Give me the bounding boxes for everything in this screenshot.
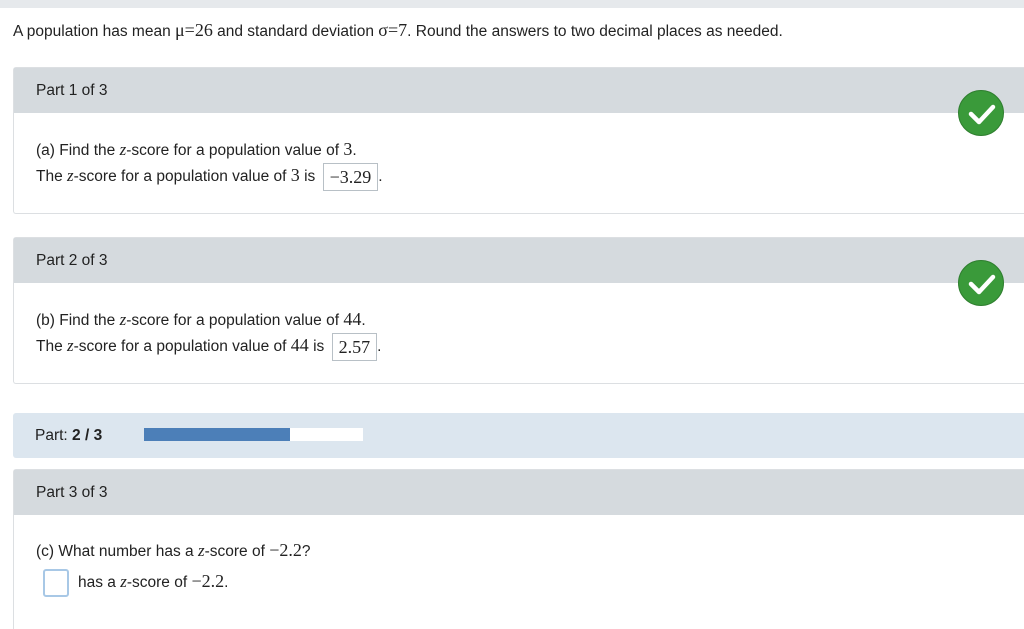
part-1-panel: Part 1 of 3 (a) Find the z-score for a p…	[13, 67, 1024, 214]
question-mid: -score for a population value of	[126, 312, 344, 329]
part-2-answer-box[interactable]: 2.57	[331, 333, 378, 361]
answer-end: .	[224, 574, 229, 592]
answer-prefix: The	[36, 338, 68, 356]
part-3-panel: Part 3 of 3 (c) What number has a z-scor…	[13, 469, 1024, 629]
answer-mid: -score for a population value of	[73, 168, 291, 186]
part-2-answer-line: The z-score for a population value of 44…	[36, 333, 381, 361]
answer-is: is	[308, 338, 325, 356]
part-1-answer-line: The z-score for a population value of 3 …	[36, 163, 383, 191]
z-symbol: z	[67, 336, 74, 356]
question-value: 3	[343, 139, 353, 159]
sigma-expression: σ=7	[378, 20, 408, 40]
problem-prefix: A population has mean	[13, 23, 176, 40]
part-2-header: Part 2 of 3	[14, 238, 1024, 283]
question-mid: -score for a population value of	[126, 142, 344, 159]
z-symbol: z	[197, 541, 205, 560]
page: A population has mean μ=26 and standard …	[0, 0, 1024, 629]
problem-mid: and standard deviation	[212, 23, 379, 40]
answer-prefix: The	[36, 168, 68, 186]
problem-statement: A population has mean μ=26 and standard …	[13, 20, 783, 41]
question-end: ?	[301, 543, 311, 560]
part-3-header: Part 3 of 3	[14, 470, 1024, 515]
answer-value-of: 3	[290, 165, 300, 186]
question-end: .	[361, 312, 366, 329]
z-symbol: z	[67, 166, 74, 186]
mu-expression: μ=26	[175, 20, 213, 40]
part-3-question: (c) What number has a z-score of −2.2?	[36, 540, 310, 561]
part-2-panel: Part 2 of 3 (b) Find the z-score for a p…	[13, 237, 1024, 384]
question-prefix: (a) Find the	[36, 142, 120, 159]
part-1-header: Part 1 of 3	[14, 68, 1024, 113]
progress-panel: Part: 2 / 3	[13, 413, 1024, 458]
question-mid: -score of	[204, 543, 270, 560]
question-value: −2.2	[269, 540, 302, 560]
answer-end: .	[377, 338, 382, 356]
top-bar	[0, 0, 1024, 8]
part-1-correct-check-icon	[958, 90, 1004, 136]
question-prefix: (b) Find the	[36, 312, 120, 329]
progress-label: Part: 2 / 3	[35, 413, 102, 458]
answer-mid: -score for a population value of	[73, 338, 291, 356]
progress-bar	[144, 428, 363, 441]
answer-end: .	[378, 168, 383, 186]
progress-value: 2 / 3	[72, 427, 103, 444]
part-2-correct-check-icon	[958, 260, 1004, 306]
progress-bar-fill	[144, 428, 291, 441]
part-3-answer-input[interactable]	[43, 569, 69, 597]
part-1-question: (a) Find the z-score for a population va…	[36, 139, 357, 160]
question-value: 44	[343, 309, 362, 329]
answer-text-prefix: has a	[78, 574, 121, 592]
answer-is: is	[299, 168, 316, 186]
problem-suffix: . Round the answers to two decimal place…	[407, 23, 783, 40]
answer-text-value: −2.2	[191, 571, 225, 592]
part-2-question: (b) Find the z-score for a population va…	[36, 309, 366, 330]
progress-label-text: Part:	[35, 427, 73, 444]
answer-value-of: 44	[290, 335, 309, 356]
part-1-answer-box[interactable]: −3.29	[322, 163, 379, 191]
part-3-answer-line: has a z-score of −2.2.	[43, 569, 228, 597]
answer-text-mid: -score of	[126, 574, 192, 592]
z-symbol: z	[120, 572, 127, 592]
question-prefix: (c) What number has a	[36, 543, 198, 560]
question-end: .	[352, 142, 357, 159]
